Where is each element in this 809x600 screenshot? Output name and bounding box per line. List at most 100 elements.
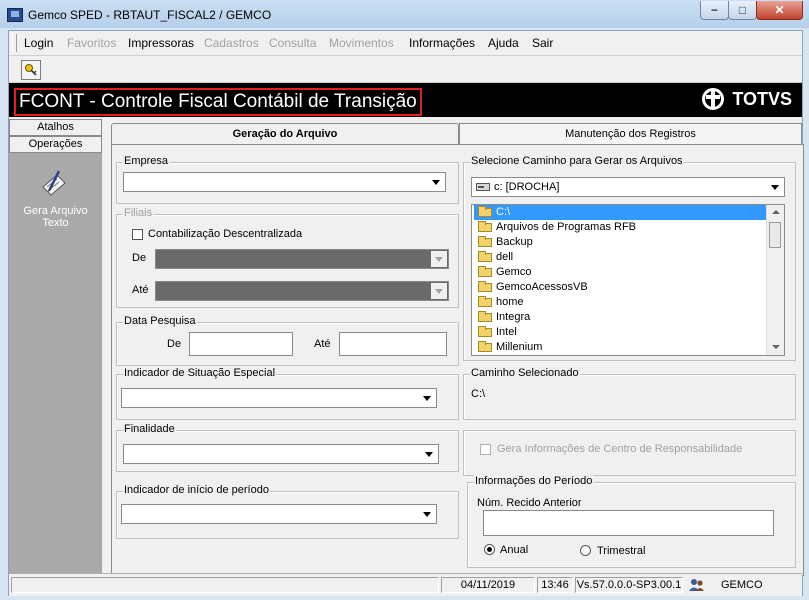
indicador-situacao-select[interactable] — [121, 388, 437, 408]
menu-grip — [12, 34, 17, 52]
scroll-thumb[interactable] — [769, 222, 781, 248]
trimestral-radio[interactable] — [580, 545, 591, 556]
menu-cadastros[interactable]: Cadastros — [204, 36, 259, 50]
menu-sair[interactable]: Sair — [532, 36, 553, 50]
status-company: GEMCO — [721, 579, 763, 591]
scroll-down-icon[interactable] — [768, 339, 783, 354]
chevron-down-icon[interactable] — [431, 283, 447, 299]
chevron-down-icon[interactable] — [428, 174, 444, 190]
menu-bar: Login Favoritos Impressoras Cadastros Co… — [9, 31, 802, 56]
module-header: FCONT - Controle Fiscal Contábil de Tran… — [9, 83, 802, 117]
module-title: FCONT - Controle Fiscal Contábil de Tran… — [14, 88, 422, 116]
menu-informacoes[interactable]: Informações — [409, 36, 475, 50]
list-item[interactable]: home — [474, 295, 766, 310]
drive-select[interactable]: c: [DROCHA] — [471, 177, 785, 197]
status-message-cell — [11, 577, 439, 593]
anual-radio[interactable] — [484, 544, 495, 555]
data-ate-input[interactable] — [339, 332, 447, 356]
list-item[interactable]: Gemco — [474, 265, 766, 280]
tab-geracao-arquivo[interactable]: Geração do Arquivo — [111, 123, 459, 145]
maximize-button[interactable]: □ — [728, 1, 757, 20]
filial-ate-select[interactable] — [155, 281, 449, 301]
folder-icon — [478, 236, 492, 247]
periodo-label: Informações do Período — [474, 475, 594, 487]
indicador-inicio-label: Indicador de início de período — [123, 484, 270, 496]
contabilizacao-descentralizada-checkbox[interactable] — [132, 229, 143, 240]
scroll-up-icon[interactable] — [768, 205, 783, 220]
close-button[interactable]: ✕ — [756, 1, 803, 20]
sidebar-tab-atalhos[interactable]: Atalhos — [9, 119, 102, 136]
totvs-logo: TOTVS — [702, 88, 792, 110]
anual-label: Anual — [500, 544, 529, 556]
finalidade-select[interactable] — [123, 444, 439, 464]
chevron-down-icon[interactable] — [419, 390, 435, 406]
list-item[interactable]: Arquivos de Programas RFB — [474, 220, 766, 235]
menu-impressoras[interactable]: Impressoras — [128, 36, 194, 50]
recibo-input[interactable] — [483, 510, 774, 536]
folder-list[interactable]: C:\ Arquivos de Programas RFB Backup del… — [471, 204, 785, 356]
indicador-situacao-label: Indicador de Situação Especial — [123, 367, 277, 379]
list-item[interactable]: Millenium — [474, 340, 766, 355]
key-tool-button[interactable] — [21, 60, 41, 80]
filiais-label: Filiais — [123, 207, 154, 219]
folder-list-scrollbar[interactable] — [766, 205, 784, 355]
filial-de-select[interactable] — [155, 249, 449, 269]
menu-favoritos[interactable]: Favoritos — [67, 36, 116, 50]
folder-icon — [478, 296, 492, 307]
folder-icon — [478, 281, 492, 292]
data-de-input[interactable] — [189, 332, 293, 356]
recibo-label: Núm. Recido Anterior — [477, 497, 582, 509]
caminho-label: Selecione Caminho para Gerar os Arquivos — [470, 155, 684, 167]
app-icon — [7, 8, 23, 22]
finalidade-label: Finalidade — [123, 423, 176, 435]
menu-login[interactable]: Login — [24, 36, 53, 50]
drive-icon — [476, 183, 490, 191]
caminho-selecionado-group: Caminho Selecionado — [463, 367, 796, 420]
folder-icon — [478, 341, 492, 352]
title-bar[interactable]: Gemco SPED - RBTAUT_FISCAL2 / GEMCO − □ … — [0, 0, 809, 28]
caminho-selecionado-label: Caminho Selecionado — [470, 367, 580, 379]
status-bar: 04/11/2019 13:46 Vs.57.0.0.0-SP3.00.1 GE… — [9, 573, 802, 596]
sidebar: Atalhos Operações Gera Arquivo Texto — [9, 119, 102, 573]
centro-resp-label: Gera Informações de Centro de Responsabi… — [497, 443, 743, 455]
status-time: 13:46 — [537, 577, 573, 593]
maximize-icon: □ — [738, 3, 747, 17]
folder-icon — [478, 326, 492, 337]
menu-ajuda[interactable]: Ajuda — [488, 36, 519, 50]
client-area: Login Favoritos Impressoras Cadastros Co… — [8, 30, 804, 596]
list-item[interactable]: C:\ — [474, 205, 766, 220]
generate-text-file-icon[interactable] — [39, 169, 71, 199]
indicador-inicio-select[interactable] — [121, 504, 437, 524]
key-icon — [25, 64, 37, 76]
toolbar — [9, 56, 802, 83]
menu-consulta[interactable]: Consulta — [269, 36, 316, 50]
folder-icon — [478, 311, 492, 322]
status-date: 04/11/2019 — [441, 577, 535, 593]
list-item[interactable]: dell — [474, 250, 766, 265]
caminho-selecionado-value: C:\ — [471, 388, 486, 400]
folder-icon — [478, 221, 492, 232]
totvs-logo-mark — [702, 88, 725, 110]
status-version: Vs.57.0.0.0-SP3.00.1 — [575, 577, 683, 593]
folder-icon — [478, 251, 492, 262]
list-item[interactable]: Backup — [474, 235, 766, 250]
chevron-down-icon[interactable] — [419, 506, 435, 522]
data-ate-label: Até — [314, 338, 331, 350]
sidebar-tab-operacoes[interactable]: Operações — [9, 136, 102, 153]
data-de-label: De — [167, 338, 182, 350]
chevron-down-icon[interactable] — [767, 179, 783, 195]
tab-manutencao-registros[interactable]: Manutenção dos Registros — [459, 123, 802, 145]
close-icon: ✕ — [774, 3, 785, 17]
menu-movimentos[interactable]: Movimentos — [329, 36, 394, 50]
sidebar-shortcut-label[interactable]: Gera Arquivo Texto — [9, 205, 102, 229]
chevron-down-icon[interactable] — [431, 251, 447, 267]
list-item[interactable]: Intel — [474, 325, 766, 340]
chevron-down-icon[interactable] — [421, 446, 437, 462]
folder-icon — [478, 266, 492, 277]
centro-resp-checkbox[interactable] — [480, 444, 491, 455]
filial-ate-label: Até — [132, 284, 149, 296]
minimize-button[interactable]: − — [700, 1, 729, 20]
list-item[interactable]: GemcoAcessosVB — [474, 280, 766, 295]
list-item[interactable]: Integra — [474, 310, 766, 325]
empresa-select[interactable] — [123, 172, 446, 192]
